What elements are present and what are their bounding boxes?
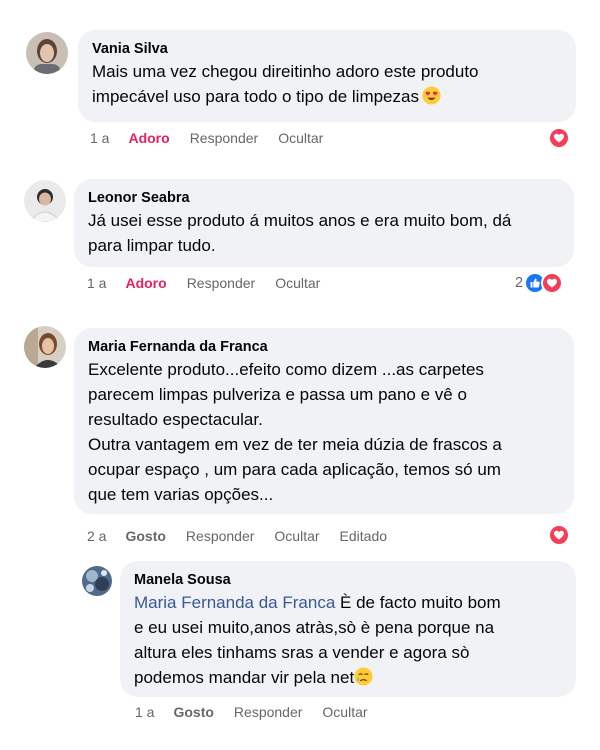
avatar[interactable]: [24, 326, 66, 368]
comment-line: Outra vantagem em vez de ter meia dúzia …: [88, 435, 502, 454]
reply-button[interactable]: Responder: [187, 275, 256, 291]
react-button[interactable]: Adoro: [128, 130, 169, 146]
comment-line: parecem limpas pulveriza e passa um pano…: [88, 385, 467, 404]
comment-timestamp[interactable]: 2 a: [87, 528, 106, 544]
reaction-count: 2: [515, 275, 524, 291]
comment-actions: 1 a Adoro Responder Ocultar: [90, 130, 343, 146]
edited-label[interactable]: Editado: [340, 528, 387, 544]
comment-line: Excelente produto...efeito como dizem ..…: [88, 360, 484, 379]
reaction-summary[interactable]: [548, 524, 570, 546]
reply-actions: 1 a Gosto Responder Ocultar: [135, 704, 388, 720]
comment-line: ocupar espaço , um para cada aplicação, …: [88, 460, 501, 479]
crying-emoji-icon: [354, 667, 373, 686]
mention-link[interactable]: Maria Fernanda da Franca: [134, 593, 335, 612]
like-button[interactable]: Gosto: [125, 528, 165, 544]
like-button[interactable]: Gosto: [173, 704, 213, 720]
comment-author[interactable]: Leonor Seabra: [88, 188, 560, 208]
hide-button[interactable]: Ocultar: [275, 275, 320, 291]
reply-button[interactable]: Responder: [186, 528, 255, 544]
reply-author[interactable]: Manela Sousa: [134, 570, 562, 590]
comment-bubble: Maria Fernanda da Franca Excelente produ…: [74, 328, 574, 514]
comment-text: Mais uma vez chegou direitinho adoro est…: [92, 59, 562, 109]
comment-bubble: Vania Silva Mais uma vez chegou direitin…: [78, 30, 576, 122]
heart-eyes-emoji-icon: [422, 86, 441, 105]
reply-line: altura eles tinhams sras a vender e agor…: [134, 643, 470, 662]
comment-line: para limpar tudo.: [88, 236, 216, 255]
comment-author[interactable]: Vania Silva: [92, 39, 562, 59]
comment-text: Excelente produto...efeito como dizem ..…: [88, 357, 560, 507]
comment-line: resultado espectacular.: [88, 410, 263, 429]
reply-line: e eu usei muito,anos atràs,sò è pena por…: [134, 618, 495, 637]
comment-line: impecável uso para todo o tipo de limpez…: [92, 84, 562, 109]
reply-line: Maria Fernanda da Franca È de facto muit…: [134, 590, 562, 615]
hide-button[interactable]: Ocultar: [278, 130, 323, 146]
react-button[interactable]: Adoro: [125, 275, 166, 291]
reply-line-text: podemos mandar vir pela net: [134, 668, 355, 687]
reply-bubble: Manela Sousa Maria Fernanda da Franca È …: [120, 561, 576, 697]
reply-button[interactable]: Responder: [190, 130, 259, 146]
comment-timestamp[interactable]: 1 a: [87, 275, 106, 291]
reaction-summary[interactable]: [548, 127, 570, 149]
comment-line: Já usei esse produto á muitos anos e era…: [88, 211, 512, 230]
comment-line: Mais uma vez chegou direitinho adoro est…: [92, 62, 479, 81]
comment-timestamp[interactable]: 1 a: [90, 130, 109, 146]
reply-line: podemos mandar vir pela net: [134, 665, 562, 690]
comment-line-text: impecável uso para todo o tipo de limpez…: [92, 87, 419, 106]
comment-author[interactable]: Maria Fernanda da Franca: [88, 337, 560, 357]
love-reaction-icon: [548, 524, 570, 546]
hide-button[interactable]: Ocultar: [322, 704, 367, 720]
comment-bubble: Leonor Seabra Já usei esse produto á mui…: [74, 179, 574, 267]
comment-actions: 2 a Gosto Responder Ocultar Editado: [87, 528, 407, 544]
avatar[interactable]: [26, 32, 68, 74]
comment-actions: 1 a Adoro Responder Ocultar: [87, 275, 340, 291]
reply-timestamp[interactable]: 1 a: [135, 704, 154, 720]
reply-line-text: È de facto muito bom: [335, 593, 501, 612]
reply-text: Maria Fernanda da Franca È de facto muit…: [134, 590, 562, 690]
reply-button[interactable]: Responder: [234, 704, 303, 720]
avatar[interactable]: [82, 566, 112, 596]
comment-text: Já usei esse produto á muitos anos e era…: [88, 208, 560, 258]
reaction-summary[interactable]: 2: [515, 272, 564, 294]
love-reaction-icon: [541, 272, 564, 294]
avatar[interactable]: [24, 180, 66, 222]
love-reaction-icon: [548, 127, 570, 149]
comment-line: que tem varias opções...: [88, 485, 274, 504]
hide-button[interactable]: Ocultar: [274, 528, 319, 544]
